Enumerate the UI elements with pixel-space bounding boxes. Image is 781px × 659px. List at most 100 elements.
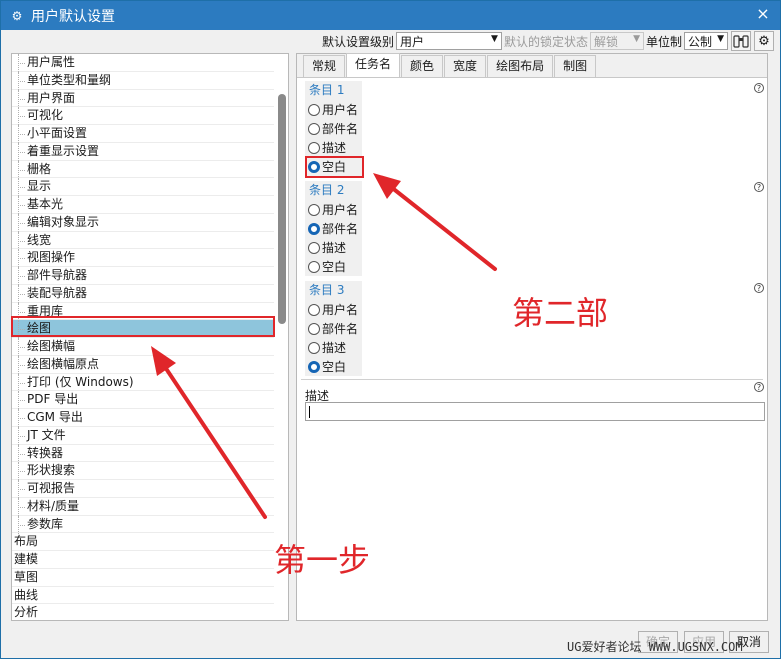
tab-5[interactable]: 制图 — [554, 55, 597, 77]
tree-item[interactable]: 线宽 — [12, 231, 274, 250]
tree-item[interactable]: CGM 导出 — [12, 409, 274, 427]
radio-unchecked-icon — [308, 303, 320, 316]
tree-guide-branch — [18, 151, 25, 153]
help-icon[interactable]: ? — [754, 182, 764, 192]
radio-label: 部件名 — [322, 122, 359, 136]
radio-option[interactable]: 用户名 — [305, 100, 362, 119]
unit-select[interactable]: 公制 ▼ — [684, 32, 728, 50]
tree-item[interactable]: 小平面设置 — [12, 125, 274, 143]
chevron-down-icon: ▼ — [633, 34, 640, 44]
unit-value: 公制 — [688, 34, 713, 49]
help-icon[interactable]: ? — [754, 382, 764, 392]
tree-scrollbar-thumb[interactable] — [278, 94, 286, 324]
tab-1[interactable]: 任务名 — [346, 53, 401, 77]
close-button[interactable]: × — [754, 5, 772, 23]
tree-item[interactable]: 用户属性 — [12, 54, 274, 72]
help-icon[interactable]: ? — [754, 83, 764, 93]
radio-option[interactable]: 用户名 — [305, 200, 362, 219]
user-defaults-dialog: ⚙ 用户默认设置 × 默认设置级别 用户 ▼ 默认的锁定状态 解锁 ▼ 单位制 … — [0, 0, 781, 659]
tree-guide-branch — [18, 453, 25, 455]
tree-item[interactable]: 绘图横幅 — [12, 338, 274, 356]
tree-item[interactable]: 视图操作 — [12, 249, 274, 268]
tree-item[interactable]: 可视化 — [12, 107, 274, 126]
radio-option[interactable]: 部件名 — [305, 319, 362, 338]
radio-option[interactable]: 用户名 — [305, 300, 362, 319]
lock-label: 默认的锁定状态 — [503, 34, 588, 49]
tree-item[interactable]: 材料/质量 — [12, 497, 274, 516]
radio-option[interactable]: 描述 — [305, 238, 362, 257]
tree-item-label: 装配导航器 — [27, 285, 88, 300]
radio-label: 用户名 — [322, 203, 359, 217]
tree-item-label: JT 文件 — [27, 427, 66, 442]
tree-guide-branch — [18, 347, 25, 348]
tree-item[interactable]: 编辑对象显示 — [12, 213, 274, 232]
tree-item[interactable]: 部件导航器 — [12, 267, 274, 285]
tab-2[interactable]: 颜色 — [401, 55, 444, 77]
tree-guide-branch — [18, 205, 25, 206]
entry-group-title: 条目 3 — [309, 283, 345, 297]
gear-icon: ⚙ — [11, 8, 23, 23]
tree-guide-branch — [18, 400, 25, 402]
tree-item[interactable]: 打印 (仅 Windows) — [12, 373, 274, 392]
tree-item[interactable]: 栅格 — [12, 160, 274, 179]
tree-item[interactable]: 基本光 — [12, 196, 274, 214]
tree-item[interactable]: 曲线 — [12, 587, 274, 605]
tree-item[interactable]: 装配导航器 — [12, 284, 274, 303]
lock-value: 解锁 — [593, 34, 618, 49]
tree-item-label: 栅格 — [27, 161, 52, 176]
radio-option[interactable]: 部件名 — [305, 119, 362, 138]
tree-item-label: 用户界面 — [27, 90, 76, 105]
tab-3[interactable]: 宽度 — [444, 55, 487, 77]
settings-button[interactable]: ⚙ — [754, 31, 774, 51]
tree-guide-branch — [18, 524, 25, 526]
window-title: 用户默认设置 — [31, 8, 115, 25]
tree-item-label: 布局 — [14, 534, 39, 549]
radio-option[interactable]: 空白 — [305, 357, 362, 376]
tree-guide-branch — [18, 364, 25, 366]
tree-guide-branch — [18, 240, 25, 242]
tree-item[interactable]: 草图 — [12, 569, 274, 587]
find-button[interactable] — [731, 31, 751, 51]
tree-guide-branch — [18, 418, 25, 419]
tree-item[interactable]: 显示 — [12, 178, 274, 197]
lock-select[interactable]: 解锁 ▼ — [589, 32, 644, 50]
radio-label: 用户名 — [322, 303, 359, 317]
radio-option[interactable]: 部件名 — [305, 219, 362, 238]
tree-item-label: 曲线 — [14, 587, 39, 602]
tree-item[interactable]: 用户界面 — [12, 89, 274, 108]
radio-option[interactable]: 描述 — [305, 338, 362, 357]
tree-item[interactable]: 建模 — [12, 551, 274, 569]
tree-item[interactable]: 可视报告 — [12, 480, 274, 498]
level-select[interactable]: 用户 ▼ — [395, 32, 502, 50]
description-input[interactable] — [305, 402, 765, 421]
radio-label: 部件名 — [322, 222, 359, 236]
tree-guide-branch — [18, 98, 25, 100]
tree-item[interactable]: 单位类型和量纲 — [12, 71, 274, 90]
tree-item-label: 基本光 — [27, 197, 64, 211]
tree-item[interactable]: 着重显示设置 — [12, 142, 274, 161]
annotation-highlight-drawing — [11, 316, 275, 337]
entry-group: 条目 3 用户名部件名 描述 空白 — [305, 281, 362, 376]
tree-item[interactable]: 布局 — [12, 533, 274, 552]
tree-item[interactable]: 形状搜索 — [12, 462, 274, 481]
tree-item[interactable]: 参数库 — [12, 515, 274, 534]
tree-item[interactable]: 绘图横幅原点 — [12, 355, 274, 374]
tree-item-label: 显示 — [27, 179, 52, 194]
tree-item[interactable]: 分析 — [12, 604, 274, 620]
tab-0[interactable]: 常规 — [303, 55, 346, 77]
tab-4[interactable]: 绘图布局 — [487, 55, 554, 77]
radio-unchecked-icon — [308, 103, 320, 116]
tree-item[interactable]: PDF 导出 — [12, 391, 274, 410]
help-icon[interactable]: ? — [754, 283, 764, 293]
tree-item[interactable]: JT 文件 — [12, 426, 274, 445]
radio-label: 描述 — [322, 241, 347, 255]
tree-item[interactable]: 转换器 — [12, 444, 274, 463]
radio-option[interactable]: 空白 — [305, 257, 362, 276]
tree-guide-branch — [18, 276, 25, 277]
tree-item-label: 参数库 — [27, 516, 64, 531]
watermark: UG爱好者论坛 WWW.UGSNX.COM — [567, 640, 743, 654]
title-bar: ⚙ 用户默认设置 × — [1, 1, 780, 30]
tree-item-label: 建模 — [14, 552, 39, 566]
tree-item-label: 形状搜索 — [27, 463, 76, 478]
radio-option[interactable]: 描述 — [305, 138, 362, 157]
